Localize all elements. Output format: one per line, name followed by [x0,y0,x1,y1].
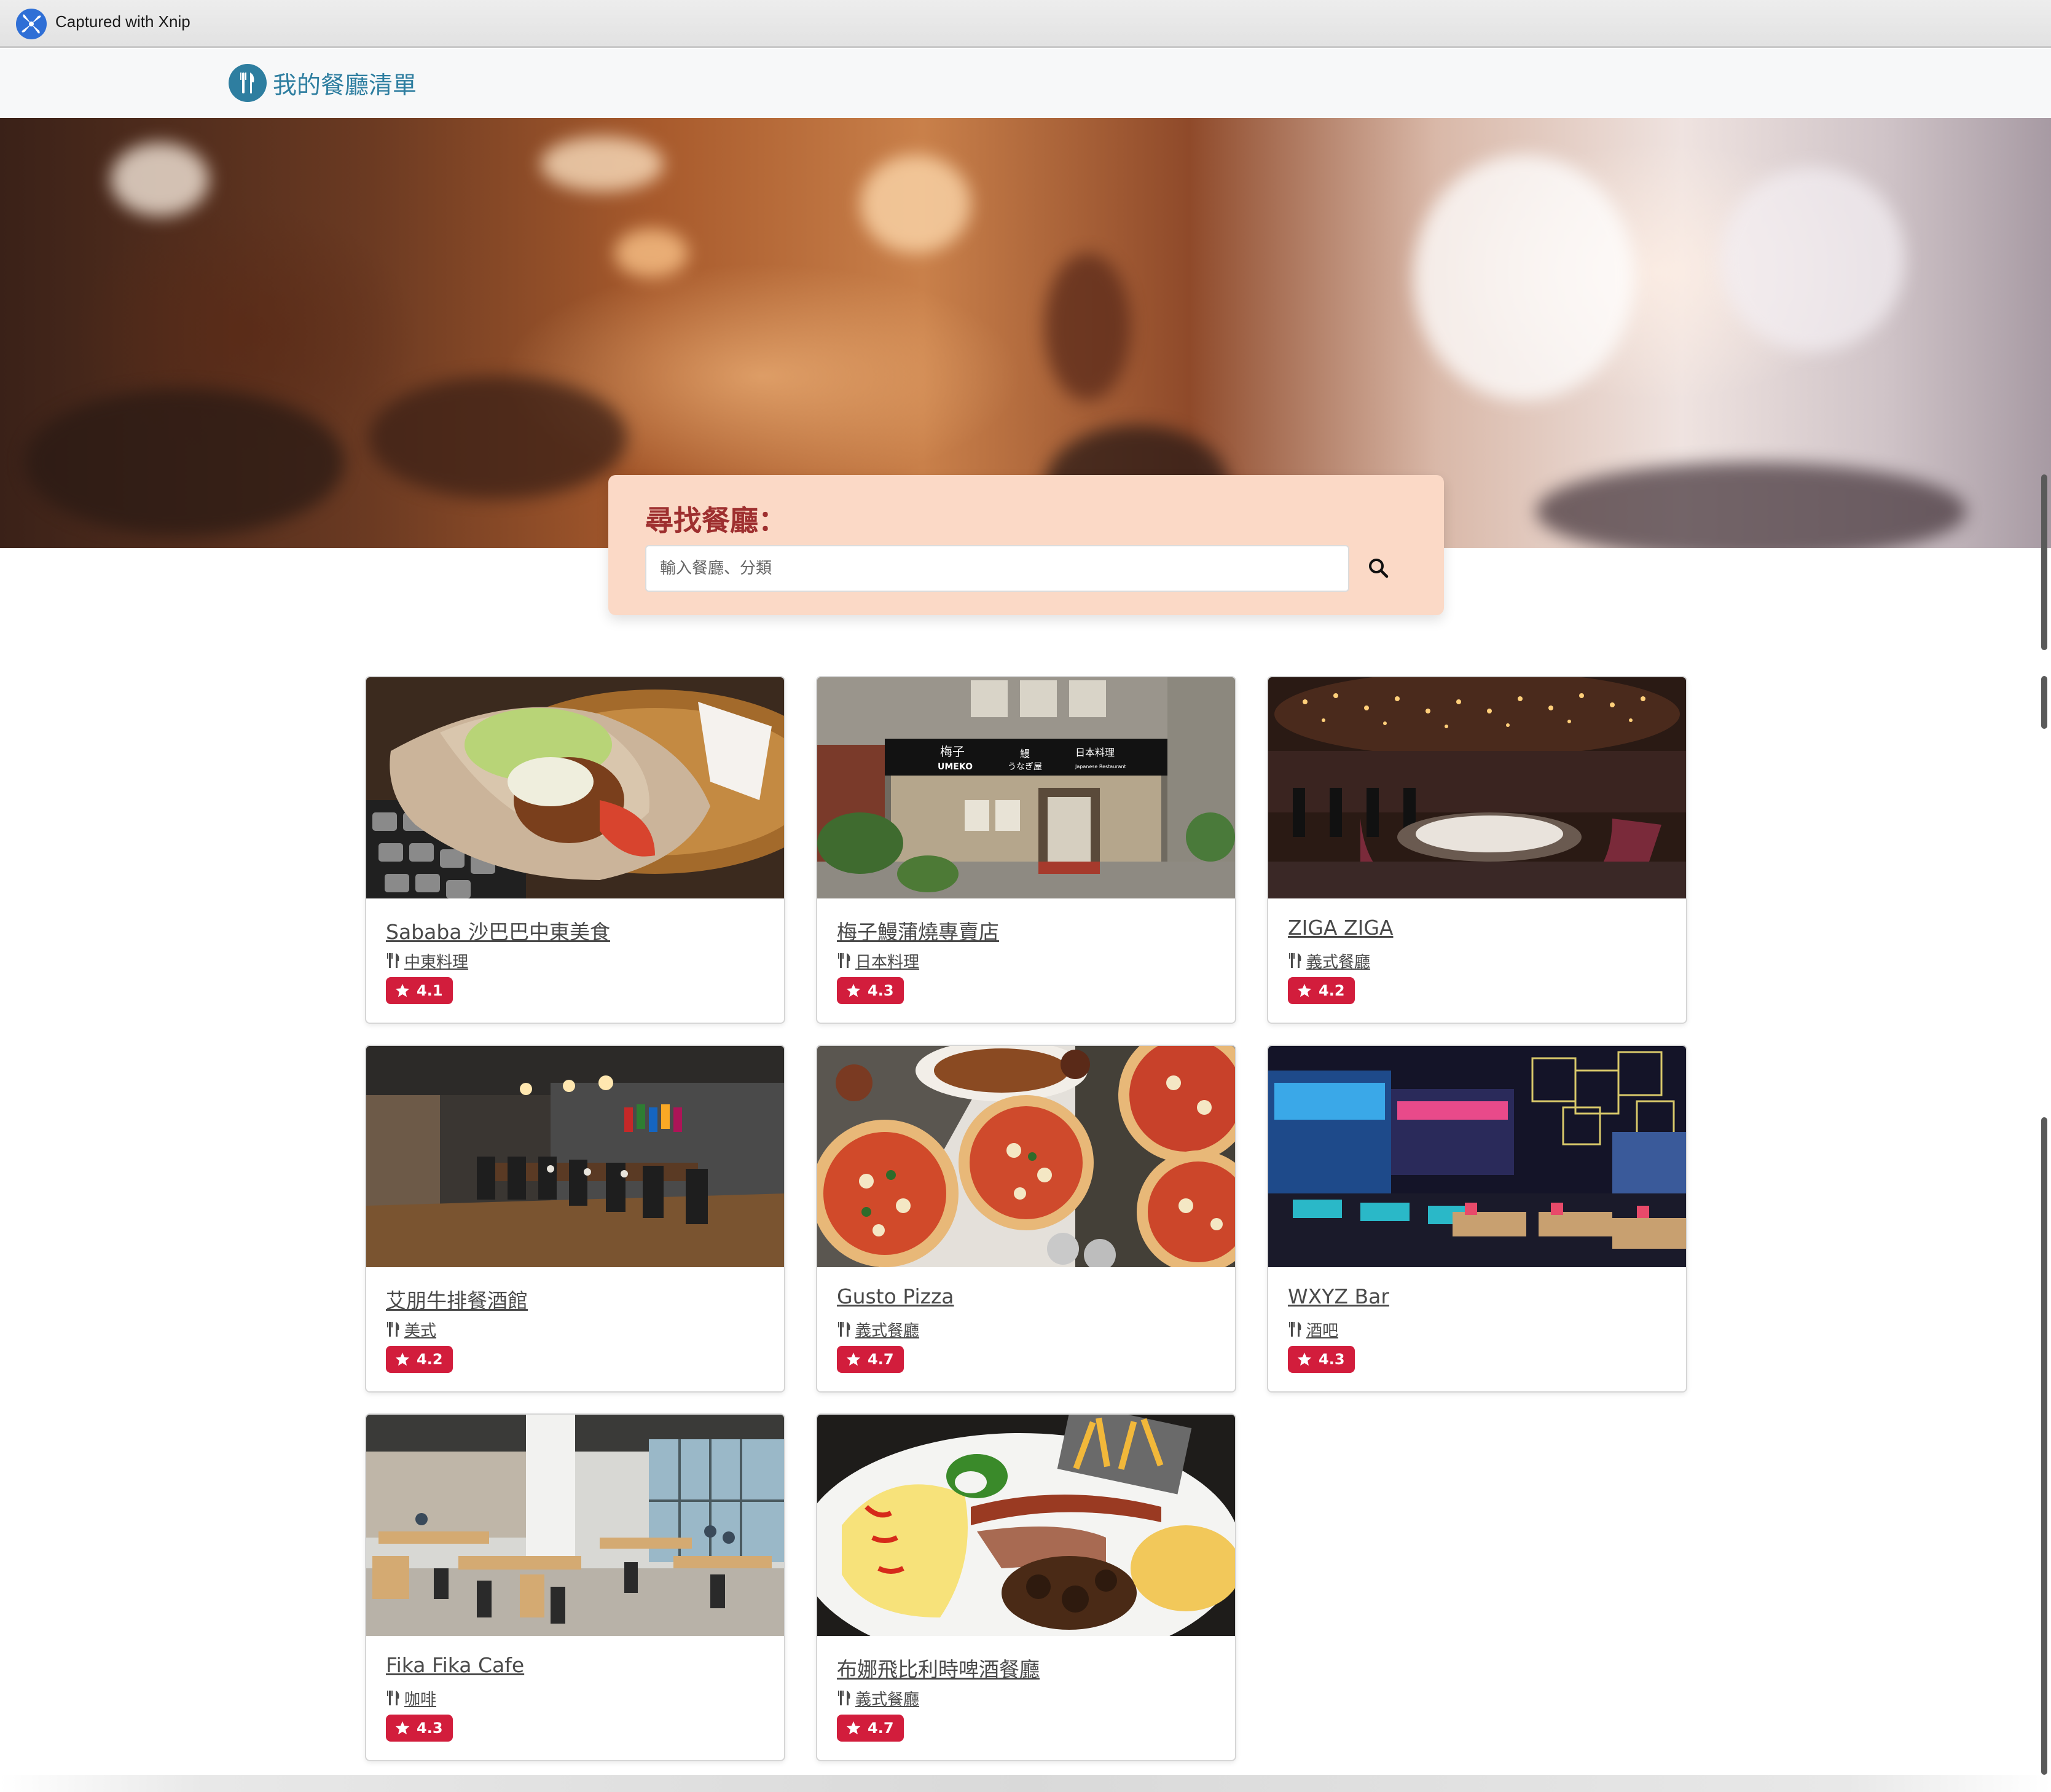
restaurant-photo[interactable] [1268,677,1686,898]
capture-bar: Captured with Xnip [0,0,2051,48]
rating-value: 4.2 [1319,982,1345,999]
rating-badge: 4.3 [1288,1346,1355,1373]
restaurant-category[interactable]: 義式餐廳 [837,1687,919,1710]
scrollbar-thumb-secondary[interactable] [2041,676,2047,729]
restaurant-card[interactable]: 梅子 UMEKO 鰻 うなぎ屋 日本料理 Japanese Restaurant… [816,676,1236,1024]
restaurant-photo[interactable] [1268,1046,1686,1267]
capture-label: Captured with Xnip [55,12,190,31]
restaurant-photo[interactable] [817,1046,1235,1267]
rating-badge: 4.1 [386,977,453,1004]
category-label[interactable]: 日本料理 [855,949,919,972]
restaurant-card[interactable]: 艾朋牛排餐酒館 美式 4.2 [365,1045,785,1393]
search-panel: 尋找餐廳： [608,475,1444,615]
category-label[interactable]: 中東料理 [404,949,468,972]
utensils-icon [838,953,850,968]
rating-value: 4.1 [417,982,443,999]
utensils-icon [838,1322,850,1337]
restaurant-card[interactable]: WXYZ Bar 酒吧 4.3 [1267,1045,1687,1393]
search-input[interactable] [645,545,1349,592]
utensils-icon [838,1691,850,1705]
star-icon [395,1721,410,1735]
brand-title[interactable]: 我的餐廳清單 [273,66,417,101]
rating-value: 4.3 [417,1719,443,1737]
restaurant-card[interactable]: Gusto Pizza 義式餐廳 4.7 [816,1045,1236,1393]
restaurant-card[interactable]: 布娜飛比利時啤酒餐廳 義式餐廳 4.7 [816,1413,1236,1761]
restaurant-category[interactable]: 中東料理 [386,949,468,972]
star-icon [395,984,410,997]
utensils-icon [1289,1322,1301,1337]
rating-value: 4.3 [1319,1351,1345,1368]
category-label[interactable]: 咖啡 [404,1687,436,1710]
utensils-icon [387,953,399,968]
rating-value: 4.7 [868,1719,894,1737]
restaurant-card[interactable]: Fika Fika Cafe 咖啡 4.3 [365,1413,785,1761]
sign-eel: 鰻 [1020,748,1030,760]
restaurant-name[interactable]: ZIGA ZIGA [1288,916,1393,940]
sign-type-en: Japanese Restaurant [1075,764,1126,769]
restaurant-category[interactable]: 義式餐廳 [837,1319,919,1340]
rating-value: 4.3 [868,982,894,999]
rating-badge: 4.2 [386,1346,453,1373]
sign-name-jp: 梅子 [940,744,965,759]
sign-kana: うなぎ屋 [1008,762,1042,772]
scrollbar-thumb-lower[interactable] [2041,1117,2047,1775]
restaurant-name[interactable]: 布娜飛比利時啤酒餐廳 [837,1653,1040,1683]
category-label[interactable]: 義式餐廳 [855,1687,919,1710]
restaurant-name[interactable]: 梅子鰻蒲燒專賣店 [837,916,999,945]
utensils-circle-icon[interactable] [229,64,267,102]
navbar: 我的餐廳清單 [0,49,2051,118]
rating-badge: 4.7 [837,1715,904,1742]
restaurant-name[interactable]: 艾朋牛排餐酒館 [386,1284,528,1314]
category-label[interactable]: 義式餐廳 [1306,949,1370,972]
star-icon [846,984,861,997]
restaurant-category[interactable]: 日本料理 [837,949,919,972]
rating-value: 4.7 [868,1351,894,1368]
restaurant-category[interactable]: 咖啡 [386,1687,436,1710]
bottom-edge-shadow [0,1775,2051,1792]
restaurant-card[interactable]: Sababa 沙巴巴中東美食 中東料理 4.1 [365,676,785,1024]
category-label[interactable]: 美式 [404,1318,436,1341]
restaurant-name[interactable]: Gusto Pizza [837,1284,954,1308]
restaurant-photo[interactable] [366,1046,784,1267]
restaurant-photo[interactable] [366,677,784,898]
sign-name-en: UMEKO [938,762,973,772]
star-icon [1297,984,1312,997]
rating-badge: 4.3 [837,977,904,1004]
scrollbar-thumb[interactable] [2041,474,2047,650]
utensils-icon [1289,953,1301,968]
restaurant-photo[interactable]: 梅子 UMEKO 鰻 うなぎ屋 日本料理 Japanese Restaurant [817,677,1235,898]
star-icon [395,1353,410,1366]
rating-badge: 4.7 [837,1346,904,1373]
restaurant-card[interactable]: ZIGA ZIGA 義式餐廳 4.2 [1267,676,1687,1024]
restaurant-category[interactable]: 酒吧 [1288,1319,1338,1340]
utensils-icon [387,1691,399,1705]
rating-value: 4.2 [417,1351,443,1368]
star-icon [1297,1353,1312,1366]
star-icon [846,1721,861,1735]
restaurant-category[interactable]: 義式餐廳 [1288,949,1370,972]
restaurant-name[interactable]: WXYZ Bar [1288,1284,1389,1308]
restaurant-category[interactable]: 美式 [386,1319,436,1340]
category-label[interactable]: 義式餐廳 [855,1318,919,1341]
search-icon [1369,559,1389,578]
restaurant-name[interactable]: Sababa 沙巴巴中東美食 [386,916,610,945]
xnip-logo-icon [16,9,47,39]
rating-badge: 4.2 [1288,977,1355,1004]
category-label[interactable]: 酒吧 [1306,1318,1338,1341]
rating-badge: 4.3 [386,1715,453,1742]
search-button[interactable] [1355,545,1402,592]
restaurant-photo[interactable] [817,1415,1235,1636]
sign-type-jp: 日本料理 [1075,747,1115,758]
star-icon [846,1353,861,1366]
restaurant-name[interactable]: Fika Fika Cafe [386,1653,524,1677]
search-heading: 尋找餐廳： [645,504,786,537]
restaurant-photo[interactable] [366,1415,784,1636]
restaurant-grid: Sababa 沙巴巴中東美食 中東料理 4.1 梅子 UMEKO 鰻 うなぎ屋 [365,676,1687,1764]
utensils-icon [387,1322,399,1337]
